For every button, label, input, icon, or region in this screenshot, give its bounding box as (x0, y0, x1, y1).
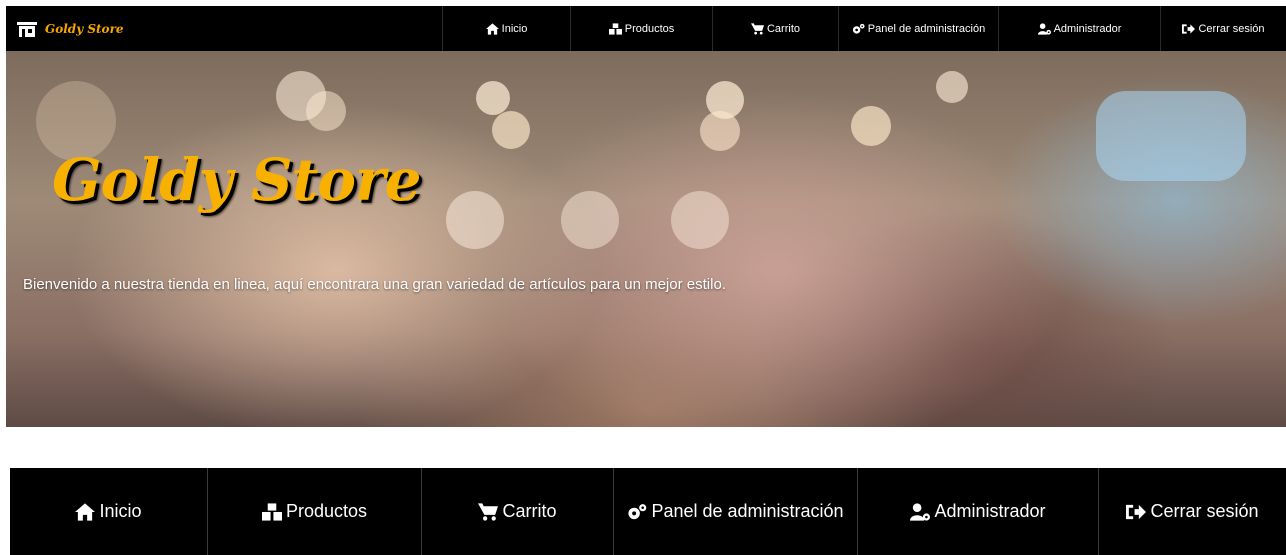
bottom-nav-administrador-label: Administrador (934, 501, 1046, 521)
bokeh-light (671, 191, 729, 249)
bokeh-light (1096, 91, 1246, 181)
bottom-nav-cerrar-sesion[interactable]: Cerrar sesión (1098, 468, 1286, 555)
bokeh-light (306, 91, 346, 131)
cogs-icon (628, 503, 647, 519)
bottom-nav-inicio[interactable]: Inicio (10, 468, 207, 555)
bokeh-light (851, 106, 891, 146)
nav-productos-label: Productos (624, 22, 675, 35)
bottom-nav-panel-admin-label: Panel de administración (651, 501, 844, 521)
cubes-icon (261, 502, 282, 521)
bottom-nav-carrito[interactable]: Carrito (421, 468, 613, 555)
nav-administrador[interactable]: Administrador (998, 6, 1160, 51)
bokeh-light (561, 191, 619, 249)
bottom-nav-cerrar-sesion-label: Cerrar sesión (1150, 501, 1259, 521)
nav-panel-admin[interactable]: Panel de administración (838, 6, 998, 51)
nav-inicio[interactable]: Inicio (442, 6, 570, 51)
brand-name: Goldy Store (45, 21, 124, 36)
bottom-nav-productos-label: Productos (285, 501, 368, 521)
nav-cerrar-sesion[interactable]: Cerrar sesión (1160, 6, 1286, 51)
brand[interactable]: Goldy Store (6, 6, 442, 51)
nav-productos[interactable]: Productos (570, 6, 712, 51)
hero-description: Bienvenido a nuestra tienda en linea, aq… (23, 276, 726, 293)
nav-administrador-label: Administrador (1053, 22, 1122, 35)
home-icon (75, 502, 96, 521)
bottom-nav-panel-admin[interactable]: Panel de administración (613, 468, 857, 555)
bottom-navbar: Inicio Productos Carrito Panel de admini… (10, 468, 1286, 555)
bokeh-light (476, 81, 510, 115)
home-icon (485, 22, 499, 35)
store-icon (17, 21, 37, 37)
user-cog-icon (1037, 22, 1051, 35)
bokeh-light (936, 71, 968, 103)
top-menu: Inicio Productos Carrito Panel de admini… (442, 6, 1286, 51)
bottom-nav-inicio-label: Inicio (99, 501, 142, 521)
bokeh-light (700, 111, 740, 151)
user-cog-icon (910, 502, 931, 521)
cart-icon (478, 502, 499, 521)
sign-out-icon (1182, 23, 1196, 34)
bottom-nav-carrito-label: Carrito (502, 501, 557, 521)
sign-out-icon (1126, 504, 1147, 519)
nav-carrito[interactable]: Carrito (712, 6, 838, 51)
bottom-nav-administrador[interactable]: Administrador (857, 468, 1098, 555)
hero-banner: Goldy Store Bienvenido a nuestra tienda … (6, 51, 1286, 427)
nav-carrito-label: Carrito (766, 22, 800, 35)
hero-title: Goldy Store (52, 146, 422, 214)
top-navbar: Goldy Store Inicio Productos Carrito Pan… (6, 6, 1286, 51)
nav-panel-admin-label: Panel de administración (867, 22, 986, 35)
cogs-icon (852, 23, 865, 34)
cubes-icon (608, 22, 622, 35)
bokeh-light (446, 191, 504, 249)
nav-inicio-label: Inicio (501, 22, 528, 35)
bottom-nav-productos[interactable]: Productos (207, 468, 421, 555)
cart-icon (750, 22, 764, 35)
bokeh-light (492, 111, 530, 149)
nav-cerrar-sesion-label: Cerrar sesión (1198, 22, 1265, 35)
